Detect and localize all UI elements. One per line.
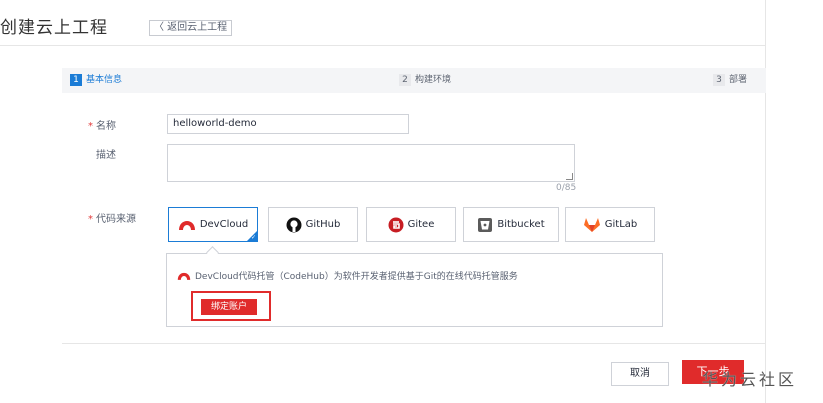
devcloud-info-panel: DevCloud代码托管（CodeHub）为软件开发者提供基于Git的在线代码托… xyxy=(166,253,663,327)
watermark: 华为云社区 xyxy=(702,370,798,389)
step-label: 部署 xyxy=(729,75,748,85)
step-number: 2 xyxy=(399,74,411,86)
source-label-gitlab: GitLab xyxy=(604,219,638,230)
wizard-steps: 1 基本信息 2 构建环境 3 部署 xyxy=(62,68,766,93)
description-char-count: 0/85 xyxy=(556,183,577,193)
devcloud-icon xyxy=(178,220,195,230)
name-input[interactable] xyxy=(167,114,409,134)
step-deploy[interactable]: 3 部署 xyxy=(713,74,747,86)
footer-divider xyxy=(62,343,765,344)
source-bitbucket[interactable]: Bitbucket xyxy=(463,207,559,242)
step-label: 基本信息 xyxy=(86,75,123,85)
devcloud-icon xyxy=(177,272,191,280)
source-label-github: GitHub xyxy=(305,219,341,230)
bind-account-button[interactable]: 绑定账户 xyxy=(201,299,257,315)
source-github[interactable]: GitHub xyxy=(268,207,358,242)
step-number: 1 xyxy=(70,74,82,86)
source-label-bitbucket: Bitbucket xyxy=(497,219,545,230)
description-textarea[interactable] xyxy=(167,144,575,182)
resize-handle-icon[interactable] xyxy=(566,173,573,180)
gitlab-icon xyxy=(583,217,600,232)
description-label: 描述 xyxy=(96,150,116,161)
required-mark: * xyxy=(88,121,93,132)
step-basic-info[interactable]: 1 基本信息 xyxy=(70,74,122,86)
source-label-devcloud: DevCloud xyxy=(199,219,249,230)
gitee-icon xyxy=(388,217,404,232)
step-label: 构建环境 xyxy=(415,75,452,85)
source-gitee[interactable]: Gitee xyxy=(366,207,456,242)
source-devcloud[interactable]: DevCloud ✓ xyxy=(168,207,258,242)
source-label: * 代码来源 xyxy=(88,214,136,225)
page-title: 创建云上工程 xyxy=(0,18,108,38)
step-build-env[interactable]: 2 构建环境 xyxy=(399,74,451,86)
checkmark-icon: ✓ xyxy=(250,234,256,241)
bitbucket-icon xyxy=(478,217,493,232)
source-label-gitee: Gitee xyxy=(407,219,435,230)
devcloud-description: DevCloud代码托管（CodeHub）为软件开发者提供基于Git的在线代码托… xyxy=(177,269,518,282)
devcloud-description-text: DevCloud代码托管（CodeHub）为软件开发者提供基于Git的在线代码托… xyxy=(195,272,518,282)
source-gitlab[interactable]: GitLab xyxy=(565,207,655,242)
cancel-button[interactable]: 取消 xyxy=(611,362,669,386)
bind-account-highlight: 绑定账户 xyxy=(191,291,271,321)
back-to-projects-link[interactable]: 〈 返回云上工程 xyxy=(149,20,233,36)
step-number: 3 xyxy=(713,74,725,86)
header-divider xyxy=(0,45,765,46)
github-icon xyxy=(286,217,302,232)
required-mark: * xyxy=(88,214,93,225)
name-label: * 名称 xyxy=(88,121,116,132)
